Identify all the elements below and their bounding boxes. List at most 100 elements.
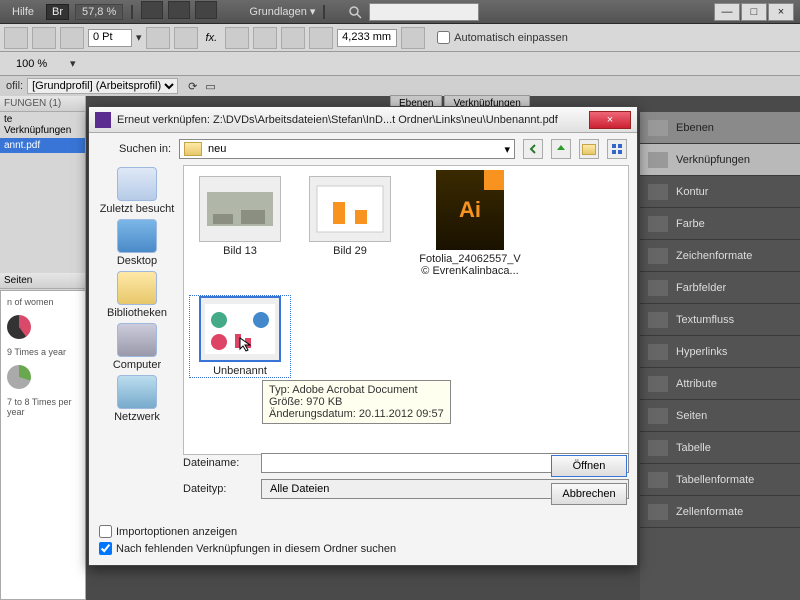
attributes-icon [648, 376, 668, 392]
view-menu-button[interactable] [607, 139, 627, 159]
pct-field[interactable]: 100 % [16, 58, 66, 70]
maximize-button[interactable]: □ [741, 3, 767, 21]
arrange-icon[interactable] [195, 1, 217, 19]
panel-zeichenformate[interactable]: Zeichenformate [640, 240, 800, 272]
search-in-label: Suchen in: [99, 143, 171, 155]
panel-label: Attribute [676, 378, 717, 390]
panel-seiten[interactable]: Seiten [640, 400, 800, 432]
thumbnail [309, 176, 391, 242]
ctrl-icon[interactable] [32, 27, 56, 49]
stroke-icon [648, 184, 668, 200]
pt-field[interactable]: 0 Pt [88, 29, 132, 47]
panel-farbfelder[interactable]: Farbfelder [640, 272, 800, 304]
place-desktop[interactable]: Desktop [117, 219, 157, 267]
panel-label: Ebenen [676, 122, 714, 134]
thumbnail: Ai [436, 170, 504, 250]
fx-icon[interactable]: fx. [202, 32, 222, 44]
panel-label: Zellenformate [676, 506, 743, 518]
ctrl-icon[interactable] [401, 27, 425, 49]
panel-label: Tabellenformate [676, 474, 754, 486]
check[interactable] [99, 542, 112, 555]
cancel-button[interactable]: Abbrechen [551, 483, 627, 505]
check[interactable] [99, 525, 112, 538]
search-icon [345, 5, 365, 19]
zoom-field[interactable]: 57,8 % [75, 4, 123, 20]
dialog-titlebar: Erneut verknüpfen: Z:\DVDs\Arbeitsdateie… [89, 107, 637, 133]
search-missing-checkbox[interactable]: Nach fehlenden Verknüpfungen in diesem O… [99, 542, 396, 555]
ctrl-icon[interactable] [281, 27, 305, 49]
panel-label: Kontur [676, 186, 708, 198]
panel-tabelle[interactable]: Tabelle [640, 432, 800, 464]
panel-ebenen[interactable]: Ebenen [640, 112, 800, 144]
ctrl-icon[interactable] [253, 27, 277, 49]
file-item[interactable]: Ai Fotolia_24062557_V © EvrenKalinbaca..… [410, 170, 530, 277]
panel-zellenformate[interactable]: Zellenformate [640, 496, 800, 528]
file-item-selected[interactable]: Unbenannt [190, 296, 290, 377]
autofit-check[interactable] [437, 31, 450, 44]
place-label: Netzwerk [114, 411, 160, 423]
mm-field[interactable]: 4,233 mm [337, 29, 397, 47]
panel-attribute[interactable]: Attribute [640, 368, 800, 400]
panel-label: Hyperlinks [676, 346, 727, 358]
swatches-icon [648, 280, 668, 296]
canvas-text: 9 Times a year [5, 345, 81, 359]
search-input[interactable] [369, 3, 479, 21]
ctrl-icon[interactable] [225, 27, 249, 49]
panel-header: FUNGEN (1) [0, 96, 85, 112]
help-menu[interactable]: Hilfe [6, 4, 40, 20]
ctrl-icon[interactable] [60, 27, 84, 49]
close-button[interactable]: × [768, 3, 794, 21]
place-computer[interactable]: Computer [113, 323, 161, 371]
file-item[interactable]: Bild 13 [190, 176, 290, 257]
profile-select[interactable]: [Grundprofil] (Arbeitsprofil) [27, 78, 178, 94]
new-folder-button[interactable] [579, 139, 599, 159]
file-item[interactable]: Bild 29 [300, 176, 400, 257]
open-button[interactable]: Öffnen [551, 455, 627, 477]
thumbnail [199, 296, 281, 362]
place-label: Bibliotheken [107, 307, 167, 319]
char-styles-icon [648, 248, 668, 264]
document-icon[interactable]: ▭ [205, 80, 215, 93]
ctrl-icon[interactable] [146, 27, 170, 49]
ctrl-icon[interactable] [309, 27, 333, 49]
panel-textumfluss[interactable]: Textumfluss [640, 304, 800, 336]
panel-label: Tabelle [676, 442, 711, 454]
refresh-icon[interactable]: ⟳ [188, 80, 197, 93]
view-mode-icon[interactable] [141, 1, 163, 19]
folder-icon [582, 144, 596, 155]
dialog-close-button[interactable]: × [589, 111, 631, 129]
link-item[interactable]: annt.pdf [0, 138, 85, 153]
workspace-switcher[interactable]: Grundlagen [249, 6, 307, 18]
screen-mode-icon[interactable] [168, 1, 190, 19]
panel-kontur[interactable]: Kontur [640, 176, 800, 208]
chevron-down-icon: ▾ [504, 143, 510, 156]
panel-farbe[interactable]: Farbe [640, 208, 800, 240]
ctrl-icon[interactable] [4, 27, 28, 49]
panel-tabellenformate[interactable]: Tabellenformate [640, 464, 800, 496]
file-label: Fotolia_24062557_V [419, 253, 521, 265]
view-buttons [141, 1, 219, 22]
back-button[interactable] [523, 139, 543, 159]
panel-verknuepfungen[interactable]: Verknüpfungen [640, 144, 800, 176]
panel-label: Farbfelder [676, 282, 726, 294]
app-top-bar: Hilfe Br 57,8 % Grundlagen ▾ — □ × [0, 0, 800, 24]
place-network[interactable]: Netzwerk [114, 375, 160, 423]
place-libraries[interactable]: Bibliotheken [107, 271, 167, 319]
ctrl-icon[interactable] [174, 27, 198, 49]
up-button[interactable] [551, 139, 571, 159]
network-icon [117, 375, 157, 409]
folder-combo[interactable]: neu ▾ [179, 139, 515, 159]
autofit-checkbox[interactable]: Automatisch einpassen [437, 31, 568, 44]
textwrap-icon [648, 312, 668, 328]
panel-hyperlinks[interactable]: Hyperlinks [640, 336, 800, 368]
file-label: Bild 29 [333, 245, 367, 257]
canvas-text: n of women [5, 295, 81, 309]
minimize-button[interactable]: — [714, 3, 740, 21]
bridge-button[interactable]: Br [46, 4, 69, 20]
chevron-down-icon: ▾ [310, 5, 316, 18]
table-icon [648, 440, 668, 456]
dialog-buttons: Öffnen Abbrechen [551, 455, 627, 505]
place-recent[interactable]: Zuletzt besucht [100, 167, 175, 215]
import-options-checkbox[interactable]: Importoptionen anzeigen [99, 525, 396, 538]
hyperlinks-icon [648, 344, 668, 360]
